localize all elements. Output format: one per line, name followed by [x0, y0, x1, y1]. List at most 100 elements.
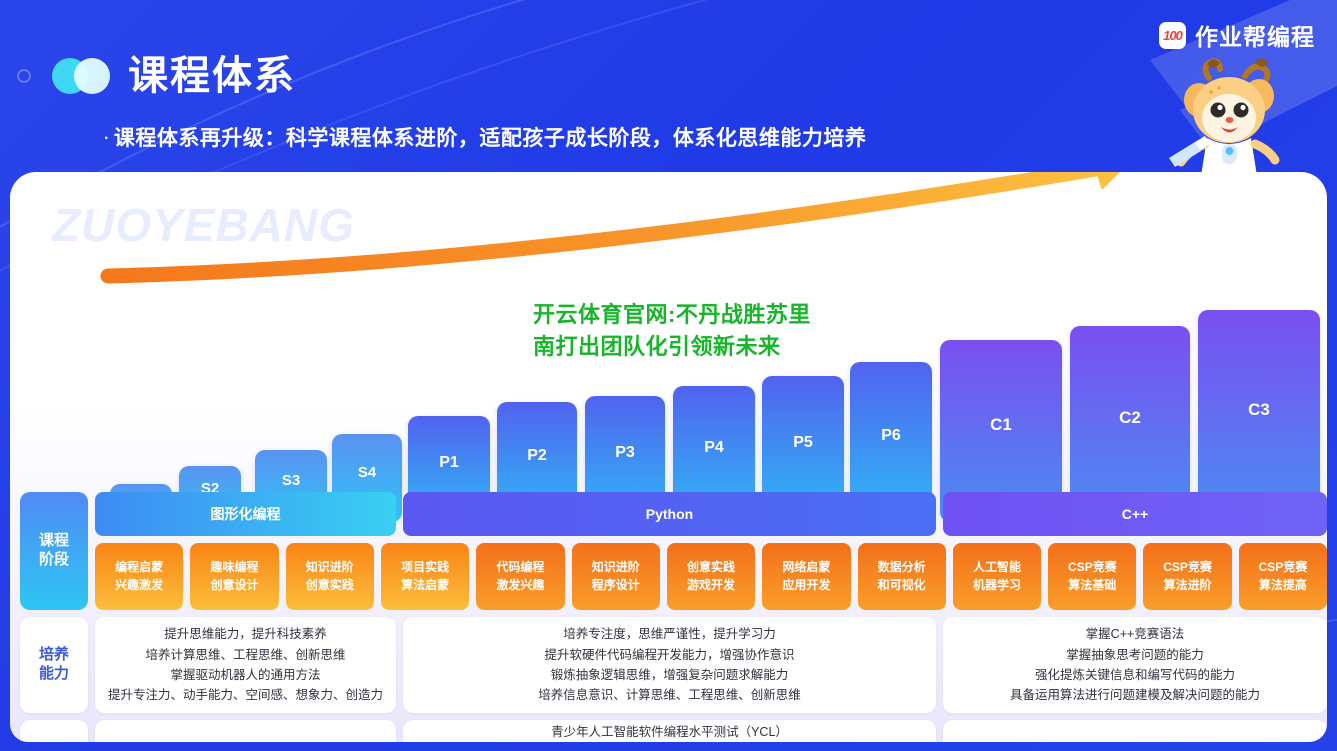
ability-panel: 掌握C++竞赛语法掌握抽象思考问题的能力强化提炼关键信息和编写代码的能力具备运用…: [943, 617, 1327, 713]
curriculum-card: ZUOYEBANG S1S2S3S4P1P2P3P4P5P6C1C2C3 课程 …: [10, 172, 1327, 742]
stage-chip-line: 机器学习: [972, 577, 1021, 592]
panel-line: 掌握驱动机器人的通用方法: [170, 668, 321, 682]
stage-chip-line: 算法启蒙: [401, 577, 450, 592]
dots-icon: [52, 58, 110, 94]
stage-chip-line: 知识进阶: [591, 560, 640, 575]
page-header: 课程体系 · 课程体系再升级：科学课程体系进阶，适配孩子成长阶段，体系化思维能力培…: [0, 0, 1337, 181]
panel-line: 提升思维能力，提升科技素养: [164, 627, 327, 642]
row-ability: 培养 能力 提升思维能力，提升科技素养培养计算思维、工程思维、创新思维 掌握驱动机…: [20, 617, 1327, 713]
stage-chip-line: 项目实践: [401, 560, 450, 575]
row-label-ability: 培养 能力: [20, 617, 88, 713]
stage-chip-line: 算法提高: [1258, 577, 1307, 592]
stair-block-label: C2: [1119, 408, 1141, 427]
brand-name: 作业帮编程: [1195, 24, 1315, 50]
stair-block-label: C3: [1248, 400, 1270, 419]
stage-chip-line: 算法基础: [1068, 577, 1117, 592]
language-cpp[interactable]: C++: [943, 492, 1327, 536]
bullet-icon: ·: [104, 130, 110, 147]
panel-line: 锻炼抽象逻辑思维，增强复杂问题求解能力: [550, 668, 789, 682]
panel-line: 培养信息意识、计算思维、工程思维、创新思维: [538, 688, 801, 703]
stage-chip[interactable]: 网络启蒙 应用开发: [762, 543, 851, 610]
stage-chip-line: CSP竞赛: [1258, 560, 1308, 575]
ability-panel: 提升思维能力，提升科技素养培养计算思维、工程思维、创新思维 掌握驱动机器人的通用方…: [95, 617, 396, 713]
row-label-course-stage: 课程 阶段: [20, 492, 88, 610]
stage-chip[interactable]: 知识进阶 程序设计: [571, 543, 660, 610]
panel-line: 强化提炼关键信息和编写代码的能力: [1034, 668, 1235, 682]
stage-chip[interactable]: CSP竞赛算法基础: [1048, 543, 1137, 610]
stair-block-label: P5: [793, 434, 813, 451]
stage-chip-line: CSP竞赛: [1163, 560, 1212, 575]
stage-chip-line: 算法进阶: [1163, 577, 1212, 592]
stage-chip-line: 程序设计: [591, 577, 640, 592]
ability-panels: 提升思维能力，提升科技素养培养计算思维、工程思维、创新思维 掌握驱动机器人的通用方…: [95, 617, 1327, 713]
stage-chip-line: 数据分析: [877, 560, 926, 575]
stage-chip-line: 激发兴趣: [496, 577, 545, 592]
stair-block-label: P1: [439, 454, 459, 471]
exam-panel: 青少年人工智能软件编程水平测试（YCL）全国中小学信息技术创新与实践大赛（NOC…: [95, 720, 396, 742]
stage-chip[interactable]: 编程启蒙 兴趣激发: [95, 543, 184, 610]
stair-blocks: S1S2S3S4P1P2P3P4P5P6C1C2C3: [10, 172, 1327, 522]
panel-line: 掌握抽象思考问题的能力: [1066, 647, 1204, 662]
panel-line: 培养专注度，思维严谨性，提升学习力: [563, 627, 776, 642]
page-title: 课程体系: [128, 54, 296, 98]
exam-panel: CSP非专业级别的软件能力认证 (CSP-J): [943, 720, 1327, 742]
stage-chip-line: 人工智能: [972, 560, 1021, 575]
stage-chip-line: 代码编程: [496, 560, 545, 575]
panel-line: 培养计算思维、工程思维、创新思维: [145, 647, 346, 662]
stage-chip[interactable]: 数据分析 和可视化: [857, 543, 946, 610]
stage-chip[interactable]: 代码编程 激发兴趣: [476, 543, 565, 610]
stair-block-label: S4: [357, 463, 377, 481]
stage-chip-line: 创意设计: [210, 577, 259, 592]
stage-chip[interactable]: CSP竞赛算法提高: [1238, 543, 1327, 610]
title-row: 课程体系: [52, 56, 296, 96]
stage-chip-line: 创意实践: [687, 560, 736, 575]
panel-line: 青少年人工智能软件编程水平测试（YCL）: [551, 725, 788, 740]
brand-mark-icon: 100: [1159, 21, 1186, 49]
panel-line: 具备运用算法进行问题建模及解决问题的能力: [1009, 688, 1260, 703]
stage-chip[interactable]: 知识进阶 创意实践: [285, 543, 374, 610]
row-label-line2: 阶段: [38, 551, 69, 568]
stage-chip-line: 趣味编程: [210, 560, 259, 575]
brand-logo: 100 作业帮编程: [1159, 18, 1315, 52]
stage-chip-line: 编程启蒙: [115, 560, 164, 575]
stair-block-label: C1: [990, 415, 1012, 434]
stage-chip[interactable]: CSP竞赛算法进阶: [1143, 543, 1232, 610]
stage-chip[interactable]: 趣味编程 创意设计: [190, 543, 279, 610]
row-label-line2: 能力: [38, 665, 69, 682]
stage-chip-line: 应用开发: [782, 577, 831, 592]
curriculum-grid: 课程 阶段 图形化编程 Python C++ 编程启蒙 兴趣激发 趣味编程 创意设计知…: [20, 492, 1327, 742]
exam-panels: 青少年人工智能软件编程水平测试（YCL）全国中小学信息技术创新与实践大赛（NOC…: [95, 720, 1327, 742]
stage-chip-line: 网络启蒙: [782, 560, 831, 575]
stage-chip-line: 兴趣激发: [115, 577, 164, 592]
row-label-exam: 对标 赛考: [20, 720, 88, 742]
panel-line: 提升软硬件代码编程开发能力，增强协作意识: [544, 647, 795, 662]
row-label-line1: 培养: [38, 646, 69, 664]
subtitle-text: 课程体系再升级：科学课程体系进阶，适配孩子成长阶段，体系化思维能力培养: [113, 127, 867, 150]
stage-chip[interactable]: 项目实践 算法启蒙: [380, 543, 470, 610]
panel-line: 提升专注力、动手能力、空间感、想象力、创造力: [107, 688, 383, 703]
stair-block-label: P2: [527, 447, 547, 464]
panel-line: 掌握C++竞赛语法: [1085, 627, 1185, 642]
page-subtitle: · 课程体系再升级：科学课程体系进阶，适配孩子成长阶段，体系化思维能力培养: [104, 122, 866, 152]
exam-panel: 青少年人工智能软件编程水平测试（YCL）全国中小学信息技术创新与实践大赛（NOC…: [403, 720, 936, 742]
stage-chip-list: 编程启蒙 兴趣激发 趣味编程 创意设计 知识进阶 创意实践 项目实践 算法启蒙 代码编程 激发兴趣…: [95, 543, 1327, 610]
stair-block-label: S3: [281, 471, 301, 489]
language-python[interactable]: Python: [403, 492, 936, 536]
row-body-course-stage: 图形化编程 Python C++ 编程启蒙 兴趣激发 趣味编程 创意设计 知识进阶 创意实…: [95, 492, 1327, 610]
ability-panel: 培养专注度，思维严谨性，提升学习力提升软硬件代码编程开发能力，增强协作意识 锻炼抽…: [403, 617, 936, 713]
stair-block-c3[interactable]: C3: [1198, 310, 1320, 522]
row-course-stage: 课程 阶段 图形化编程 Python C++ 编程启蒙 兴趣激发 趣味编程 创意设计知…: [20, 492, 1327, 610]
stage-chip-line: 创意实践: [305, 577, 354, 592]
stage-chip-line: CSP竞赛: [1067, 560, 1117, 575]
stage-chip[interactable]: 创意实践 游戏开发: [666, 543, 756, 610]
stair-block-label: P4: [704, 439, 724, 456]
stair-block-label: P3: [615, 444, 635, 461]
language-graphic[interactable]: 图形化编程: [95, 492, 396, 536]
stage-chip-line: 游戏开发: [687, 577, 736, 592]
stage-chip-line: 和可视化: [877, 577, 926, 592]
mascot-icon: [1159, 48, 1299, 181]
row-label-line1: 课程: [38, 532, 69, 550]
language-band: 图形化编程 Python C++: [95, 492, 1327, 536]
stair-block-label: P6: [881, 427, 901, 444]
stage-chip[interactable]: 人工智能 机器学习: [952, 543, 1042, 610]
